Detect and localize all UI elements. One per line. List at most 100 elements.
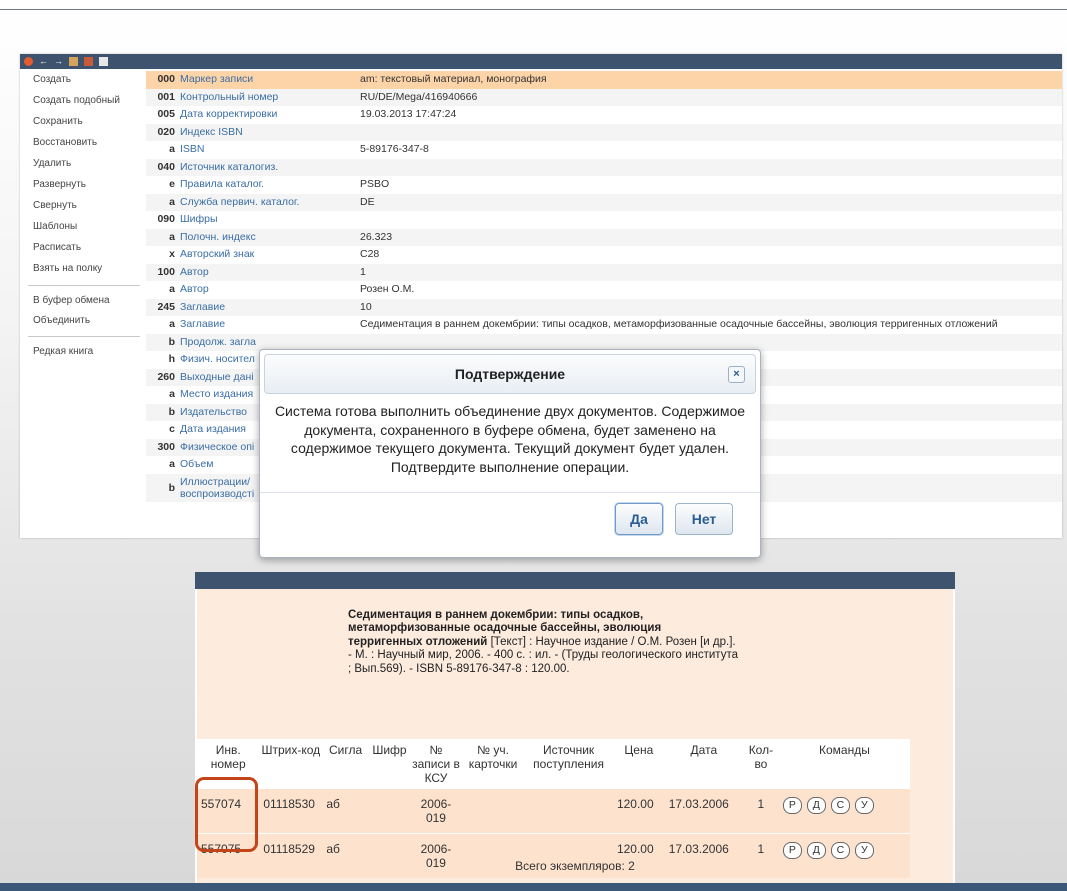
field-name: Маркер записи: [180, 73, 254, 85]
close-icon[interactable]: ×: [728, 366, 745, 383]
field-row[interactable]: 245 Заглавие 10: [146, 298, 1062, 316]
copy-command-button[interactable]: С: [830, 842, 850, 859]
field-tag: x: [169, 248, 175, 260]
confirm-dialog: Подтверждение × Система готова выполнить…: [259, 349, 761, 558]
forward-arrow-icon[interactable]: →: [54, 57, 63, 66]
field-value: Седиментация в раннем докембрии: типы ос…: [360, 318, 998, 330]
field-name: Шифры: [180, 213, 218, 225]
col-price: Цена: [612, 739, 665, 789]
sidebar-divider: [28, 285, 140, 286]
col-date: Дата: [664, 739, 743, 789]
add-command-button[interactable]: Д: [806, 842, 826, 859]
sidebar-item-delete[interactable]: Удалить: [33, 158, 71, 169]
field-tag: a: [169, 143, 175, 155]
sidebar-item-create-similar[interactable]: Создать подобный: [33, 95, 120, 106]
field-row[interactable]: a Полочн. индекс 26.323: [146, 228, 1062, 246]
col-sigla: Сигла: [322, 739, 369, 789]
field-value: Розен О.М.: [360, 283, 415, 295]
field-value: DE: [360, 195, 375, 208]
field-row[interactable]: 020 Индекс ISBN: [146, 123, 1062, 141]
back-arrow-icon[interactable]: ←: [39, 57, 48, 66]
field-name: Издательство: [180, 405, 248, 418]
field-tag: 090: [157, 213, 175, 225]
cell-barcode: 01118530: [259, 789, 323, 834]
field-row[interactable]: 100 Автор 1: [146, 263, 1062, 281]
delete-command-button[interactable]: У: [854, 797, 874, 814]
editor-sidebar: Создать Создать подобный Сохранить Восст…: [20, 69, 146, 538]
holdings-window: Седиментация в раннем докембрии: типы ос…: [195, 572, 955, 883]
field-tag: 260: [157, 370, 175, 383]
no-button[interactable]: Нет: [675, 503, 733, 535]
delete-command-button[interactable]: У: [854, 842, 874, 859]
field-tag: c: [169, 423, 175, 435]
sidebar-item-save[interactable]: Сохранить: [33, 116, 83, 127]
field-name: Объем: [180, 458, 214, 470]
sidebar-item-rare-book[interactable]: Редкая книга: [33, 346, 93, 357]
col-ksu-number: № записи в КСУ: [410, 739, 462, 789]
field-tag: 000: [157, 73, 175, 85]
field-name: Физич. носител: [180, 353, 255, 365]
field-value: 5-89176-347-8: [360, 143, 429, 155]
edit-command-button[interactable]: Р: [782, 842, 802, 859]
dialog-title: Подтверждение: [454, 366, 566, 382]
field-name: Заглавие: [180, 318, 226, 330]
sidebar-item-to-clipboard[interactable]: В буфер обмена: [33, 295, 110, 306]
field-row[interactable]: a Автор Розен О.М.: [146, 281, 1062, 299]
sidebar-item-describe[interactable]: Расписать: [33, 242, 81, 253]
dialog-header: Подтверждение ×: [264, 354, 756, 394]
field-tag: a: [169, 458, 175, 470]
col-commands: Команды: [778, 739, 910, 789]
field-tag: a: [169, 230, 175, 243]
editor-toolbar: ← →: [20, 54, 1062, 69]
holdings-titlebar: [195, 572, 955, 589]
field-row[interactable]: 001 Контрольный номер RU/DE/Mega/416940666: [146, 88, 1062, 106]
field-row[interactable]: a Служба первич. каталог. DE: [146, 193, 1062, 211]
bibliographic-description: Седиментация в раннем докембрии: типы ос…: [348, 609, 738, 676]
field-tag: b: [168, 481, 175, 494]
sidebar-item-templates[interactable]: Шаблоны: [33, 221, 77, 232]
sidebar-item-collapse[interactable]: Свернуть: [33, 200, 77, 211]
field-tag: h: [168, 353, 175, 365]
field-row[interactable]: 000 Маркер записи am: текстовый материал, …: [146, 71, 1062, 89]
field-row[interactable]: 005 Дата корректировки 19.03.2013 17:47:24: [146, 106, 1062, 124]
sidebar-item-merge[interactable]: Объединить: [33, 315, 90, 326]
field-tag: a: [169, 195, 175, 208]
holdings-body: Седиментация в раннем докембрии: типы ос…: [197, 589, 953, 883]
sidebar-item-take-to-shelf[interactable]: Взять на полку: [33, 263, 102, 274]
field-value: RU/DE/Mega/416940666: [360, 90, 478, 103]
field-row[interactable]: a Заглавие Седиментация в раннем докембрии…: [146, 316, 1062, 334]
field-tag: 005: [157, 108, 175, 120]
field-tag: 001: [157, 90, 175, 103]
field-tag: a: [169, 283, 175, 295]
document-icon[interactable]: [69, 57, 78, 66]
table-row[interactable]: 557074 01118530 аб 2006-019 120.00 17.03…: [197, 789, 910, 834]
field-tag: 245: [157, 300, 175, 313]
col-quantity: Кол-во: [742, 739, 779, 789]
yes-button[interactable]: Да: [615, 503, 663, 535]
copy-command-button[interactable]: С: [830, 797, 850, 814]
field-name: Источник каталогиз.: [180, 160, 279, 173]
field-row[interactable]: e Правила каталог. PSBO: [146, 176, 1062, 194]
window-icon[interactable]: [99, 57, 108, 66]
book-icon[interactable]: [84, 57, 93, 66]
dialog-message: Система готова выполнить объединение дву…: [274, 403, 746, 475]
sidebar-item-create[interactable]: Создать: [33, 74, 71, 85]
field-row[interactable]: x Авторский знак C28: [146, 246, 1062, 264]
field-value: 26.323: [360, 230, 393, 243]
field-row[interactable]: a ISBN 5-89176-347-8: [146, 141, 1062, 159]
sidebar-divider: [28, 336, 140, 337]
cell-source: [524, 789, 613, 834]
edit-command-button[interactable]: Р: [782, 797, 802, 814]
field-name: Выходные дані: [180, 370, 254, 383]
sidebar-item-restore[interactable]: Восстановить: [33, 137, 97, 148]
col-barcode: Штрих-код: [259, 739, 323, 789]
add-command-button[interactable]: Д: [806, 797, 826, 814]
field-row[interactable]: 040 Источник каталогиз.: [146, 158, 1062, 176]
sidebar-item-expand[interactable]: Развернуть: [33, 179, 86, 190]
app-logo-icon[interactable]: [24, 57, 33, 66]
field-row[interactable]: 090 Шифры: [146, 211, 1062, 229]
holdings-table: Инв. номер Штрих-код Сигла Шифр № записи…: [197, 739, 910, 878]
field-name: Авторский знак: [180, 248, 255, 260]
cell-ksu-number: 2006-019: [410, 789, 462, 834]
total-copies: Всего экземпляров: 2: [515, 859, 635, 873]
